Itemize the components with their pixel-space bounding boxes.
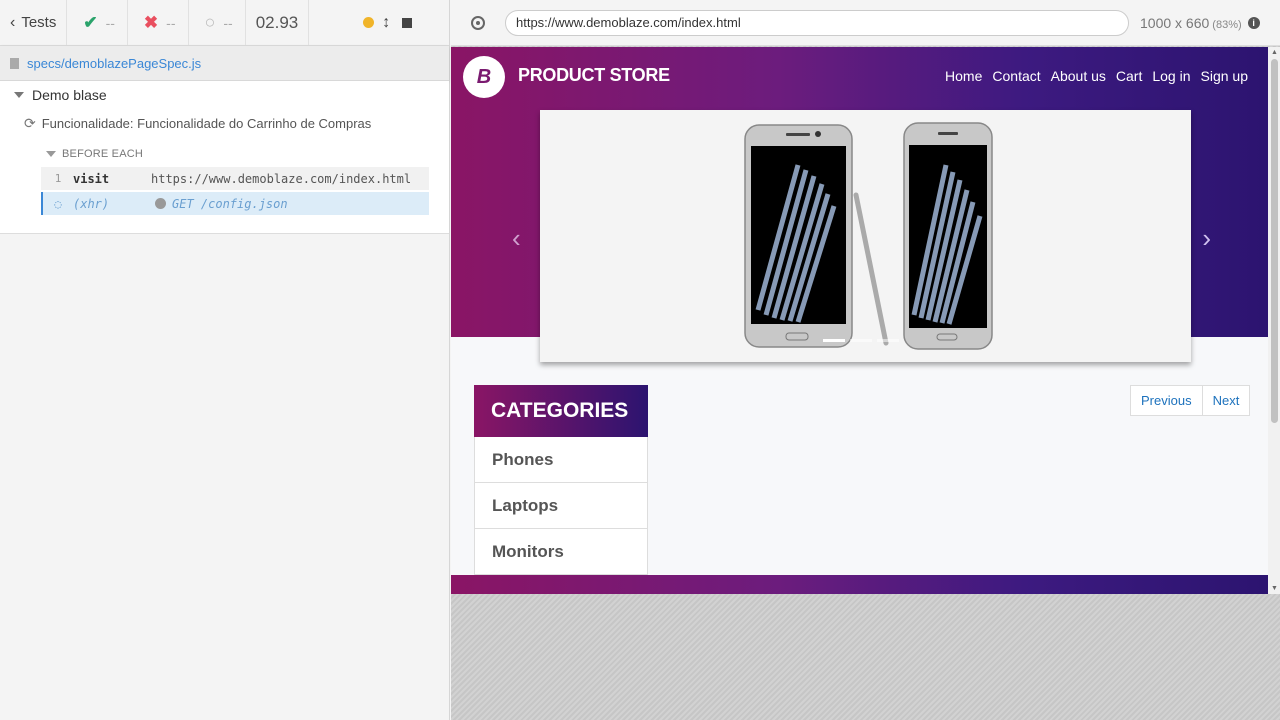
command-message: https://www.demoblaze.com/index.html [151,171,412,186]
aut-iframe: B PRODUCT STORE Home Contact About us Ca… [451,47,1280,594]
aut-url-input[interactable] [505,9,1129,36]
brand-name[interactable]: PRODUCT STORE [518,65,670,86]
tests-back-button[interactable]: ‹ Tests [0,0,68,45]
nav-links: Home Contact About us Cart Log in Sign u… [945,68,1248,84]
categories-title[interactable]: CATEGORIES [474,385,648,437]
viewport-dimensions: 1000 x 660 [1140,14,1210,31]
running-indicator-icon [363,17,375,28]
pagination: Previous Next [1130,385,1251,416]
suite-title-row[interactable]: Demo blase [14,87,107,103]
nav-cart-link[interactable]: Cart [1116,68,1142,84]
caret-down-icon [14,92,24,98]
scroll-up-icon[interactable]: ▲ [1271,49,1278,56]
spec-file-link[interactable]: specs/demoblazePageSpec.js [27,56,201,71]
category-laptops[interactable]: Laptops [474,483,648,529]
next-page-button[interactable]: Next [1202,385,1251,416]
spinner-icon: ◌ [54,196,62,211]
tests-label: Tests [21,14,57,31]
nav-about-link[interactable]: About us [1051,68,1106,84]
nav-home-link[interactable]: Home [945,68,982,84]
carousel-indicator[interactable] [877,339,899,342]
runner-header: ‹ Tests ✔ -- ✖ -- ○ -- 02.93 ↕ [0,0,449,46]
carousel-prev-icon[interactable]: ‹ [512,223,521,254]
aut-scrollbar[interactable]: ▲ ▼ [1268,47,1280,594]
nav-signup-link[interactable]: Sign up [1201,68,1248,84]
passed-count: -- [105,14,115,31]
category-monitors[interactable]: Monitors [474,529,648,575]
check-icon: ✔ [83,12,98,32]
file-icon [10,57,19,69]
test-runner-panel: ‹ Tests ✔ -- ✖ -- ○ -- 02.93 ↕ specs/dem… [0,0,450,720]
footer-strip [451,575,1268,594]
carousel-indicator[interactable] [850,339,872,342]
failed-stat: ✖ -- [128,0,189,45]
pending-stat: ○ -- [189,0,246,45]
viewport-size: 1000 x 660 (83%) [1140,15,1242,31]
category-phones[interactable]: Phones [474,437,648,483]
caret-down-icon [46,151,56,157]
product-carousel: ‹ › [512,110,1211,362]
aut-url-bar: 1000 x 660(83%) i [451,0,1280,46]
nav-contact-link[interactable]: Contact [992,68,1040,84]
scroll-down-icon[interactable]: ▼ [1271,585,1278,592]
spec-file-bar: specs/demoblazePageSpec.js [0,46,449,81]
command-name: visit [73,171,110,186]
command-row-pending[interactable]: ◌ (xhr) GET /config.json [41,192,429,215]
command-name: (xhr) [73,196,110,211]
scroll-thumb[interactable] [1271,59,1278,423]
failed-count: -- [166,14,176,31]
command-message: GET /config.json [172,196,288,211]
chevron-left-icon: ‹ [10,13,16,31]
categories-list: CATEGORIES Phones Laptops Monitors [474,385,648,575]
auto-scroll-toggle-icon[interactable]: ↕ [382,14,390,32]
phone-image [744,122,993,350]
hook-label: BEFORE EACH [62,148,144,160]
stop-icon[interactable] [402,17,413,28]
viewport-scale: (83%) [1212,18,1242,31]
carousel-next-icon[interactable]: › [1202,223,1211,254]
app-under-test-area: 1000 x 660(83%) i B PRODUCT STORE Home C… [451,0,1280,720]
command-log: Demo blase ⟳ Funcionalidade: Funcionalid… [0,81,449,234]
carousel-indicator-active[interactable] [823,339,845,342]
xhr-status-icon [155,198,166,209]
command-row[interactable]: 1 visit https://www.demoblaze.com/index.… [41,167,429,190]
circle-notch-icon: ○ [204,12,216,32]
info-icon[interactable]: i [1247,16,1260,29]
selector-playground-icon[interactable] [471,15,485,30]
refresh-icon: ⟳ [24,115,36,131]
suite-title: Demo blase [32,87,107,103]
test-title-row[interactable]: ⟳ Funcionalidade: Funcionalidade do Carr… [24,115,371,132]
brand-logo-icon[interactable]: B [463,56,505,98]
previous-page-button[interactable]: Previous [1130,385,1203,416]
x-icon: ✖ [143,12,159,32]
test-title: Funcionalidade: Funcionalidade do Carrin… [41,116,372,131]
command-number: 1 [54,172,62,185]
pending-count: -- [223,14,233,31]
passed-stat: ✔ -- [67,0,128,45]
command-list: 1 visit https://www.demoblaze.com/index.… [41,167,429,217]
nav-login-link[interactable]: Log in [1152,68,1190,84]
run-controls: ↕ [309,0,424,45]
duration-display: 02.93 [246,0,310,45]
hook-row[interactable]: BEFORE EACH [46,148,143,160]
